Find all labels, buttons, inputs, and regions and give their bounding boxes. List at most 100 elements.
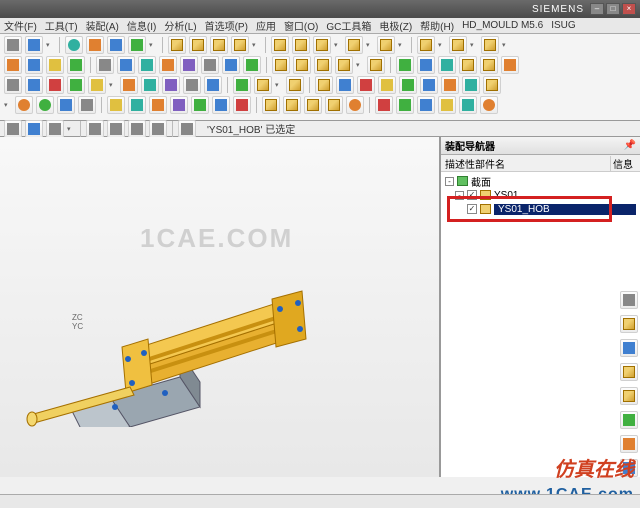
tool-color-icon[interactable] (438, 96, 456, 114)
tool-box-icon[interactable] (189, 36, 207, 54)
filter-icon[interactable] (107, 120, 125, 138)
checkbox[interactable]: ✓ (467, 204, 477, 214)
tool-edit-icon[interactable] (233, 76, 251, 94)
tool-edit-icon[interactable] (254, 76, 272, 94)
dropdown-icon[interactable]: ▾ (398, 41, 406, 49)
tool-view-icon[interactable] (149, 96, 167, 114)
tool-view-icon[interactable] (212, 96, 230, 114)
tool-sketch-icon[interactable] (67, 56, 85, 74)
tool-edit-icon[interactable] (286, 76, 304, 94)
maximize-button[interactable]: □ (606, 3, 620, 15)
minimize-button[interactable]: – (590, 3, 604, 15)
tool-view-icon[interactable] (57, 96, 75, 114)
selection-tool-icon[interactable] (46, 120, 64, 138)
tool-view-icon[interactable] (128, 96, 146, 114)
horizontal-scrollbar[interactable] (0, 494, 640, 508)
tool-box-icon[interactable] (231, 36, 249, 54)
dropdown-icon[interactable]: ▾ (67, 125, 75, 133)
filter-icon[interactable] (149, 120, 167, 138)
tool-edit-icon[interactable] (183, 76, 201, 94)
menu-hdmould[interactable]: HD_MOULD M5.6 (462, 20, 543, 31)
selection-tool-icon[interactable] (4, 120, 22, 138)
dropdown-icon[interactable]: ▾ (252, 41, 260, 49)
tool-edit-icon[interactable] (67, 76, 85, 94)
filter-icon[interactable] (86, 120, 104, 138)
tool-sketch-icon[interactable] (25, 56, 43, 74)
tool-feature-icon[interactable] (293, 56, 311, 74)
tool-curve-icon[interactable] (159, 56, 177, 74)
dropdown-icon[interactable]: ▾ (438, 41, 446, 49)
tool-misc-icon[interactable] (357, 76, 375, 94)
tool-sketch-icon[interactable] (46, 56, 64, 74)
tool-generic-icon[interactable] (86, 36, 104, 54)
tool-view-icon[interactable] (78, 96, 96, 114)
tool-edit-icon[interactable] (88, 76, 106, 94)
tool-view-icon[interactable] (191, 96, 209, 114)
tool-curve-icon[interactable] (117, 56, 135, 74)
column-part-name[interactable]: 描述性部件名 (441, 156, 610, 171)
tool-assembly-icon[interactable] (501, 56, 519, 74)
tool-curve-icon[interactable] (201, 56, 219, 74)
dropdown-icon[interactable]: ▾ (356, 61, 364, 69)
tool-box-icon[interactable] (210, 36, 228, 54)
tool-assembly-icon[interactable] (480, 56, 498, 74)
checkbox[interactable]: ✓ (467, 190, 477, 200)
tool-box-icon[interactable] (449, 36, 467, 54)
tool-assembly-icon[interactable] (438, 56, 456, 74)
menu-help[interactable]: 帮助(H) (420, 18, 454, 33)
tool-edit-icon[interactable] (204, 76, 222, 94)
tool-render-icon[interactable] (262, 96, 280, 114)
viewport[interactable]: 1CAE.COM ZC YC (0, 137, 440, 477)
tool-view-icon[interactable] (170, 96, 188, 114)
selection-tool-icon[interactable] (25, 120, 43, 138)
tool-view-icon[interactable] (36, 96, 54, 114)
tool-box-icon[interactable] (271, 36, 289, 54)
menu-tools[interactable]: 工具(T) (45, 18, 78, 33)
tool-color-icon[interactable] (375, 96, 393, 114)
filter-icon[interactable] (178, 120, 196, 138)
dropdown-icon[interactable]: ▾ (275, 81, 283, 89)
pin-icon[interactable]: 📌 (624, 140, 636, 151)
tool-misc-icon[interactable] (420, 76, 438, 94)
menu-analysis[interactable]: 分析(L) (164, 18, 196, 33)
tool-misc-icon[interactable] (483, 76, 501, 94)
tool-generic-icon[interactable] (107, 36, 125, 54)
tool-misc-icon[interactable] (315, 76, 333, 94)
dropdown-icon[interactable]: ▾ (366, 41, 374, 49)
tool-box-icon[interactable] (481, 36, 499, 54)
dropdown-icon[interactable]: ▾ (109, 81, 117, 89)
close-button[interactable]: × (622, 3, 636, 15)
tool-generic-icon[interactable] (65, 36, 83, 54)
tool-curve-icon[interactable] (243, 56, 261, 74)
tree-row-selected-part[interactable]: ✓ YS01_HOB (441, 202, 640, 216)
tool-edit-icon[interactable] (25, 76, 43, 94)
tool-edit-icon[interactable] (4, 76, 22, 94)
tool-render-icon[interactable] (283, 96, 301, 114)
expand-icon[interactable]: - (455, 191, 464, 200)
tool-misc-icon[interactable] (462, 76, 480, 94)
tool-feature-icon[interactable] (272, 56, 290, 74)
tool-edit-icon[interactable] (46, 76, 64, 94)
tool-misc-icon[interactable] (378, 76, 396, 94)
side-tool-icon[interactable] (620, 291, 638, 309)
filter-icon[interactable] (128, 120, 146, 138)
navigator-tree[interactable]: - 截面 - ✓ YS01 ✓ YS01_HOB (441, 172, 640, 477)
tool-assembly-icon[interactable] (396, 56, 414, 74)
menu-electrode[interactable]: 电极(Z) (379, 18, 412, 33)
dropdown-icon[interactable]: ▾ (4, 101, 12, 109)
tool-generic-icon[interactable] (4, 36, 22, 54)
dropdown-icon[interactable]: ▾ (334, 41, 342, 49)
menu-file[interactable]: 文件(F) (4, 18, 37, 33)
menu-assembly[interactable]: 装配(A) (86, 18, 119, 33)
tool-misc-icon[interactable] (336, 76, 354, 94)
tool-curve-icon[interactable] (96, 56, 114, 74)
tool-box-icon[interactable] (345, 36, 363, 54)
tool-generic-icon[interactable] (25, 36, 43, 54)
menu-preferences[interactable]: 首选项(P) (205, 18, 248, 33)
side-tool-icon[interactable] (620, 411, 638, 429)
tool-color-icon[interactable] (459, 96, 477, 114)
side-tool-icon[interactable] (620, 387, 638, 405)
tool-render-icon[interactable] (346, 96, 364, 114)
menu-application[interactable]: 应用 (256, 18, 276, 33)
tool-feature-icon[interactable] (367, 56, 385, 74)
